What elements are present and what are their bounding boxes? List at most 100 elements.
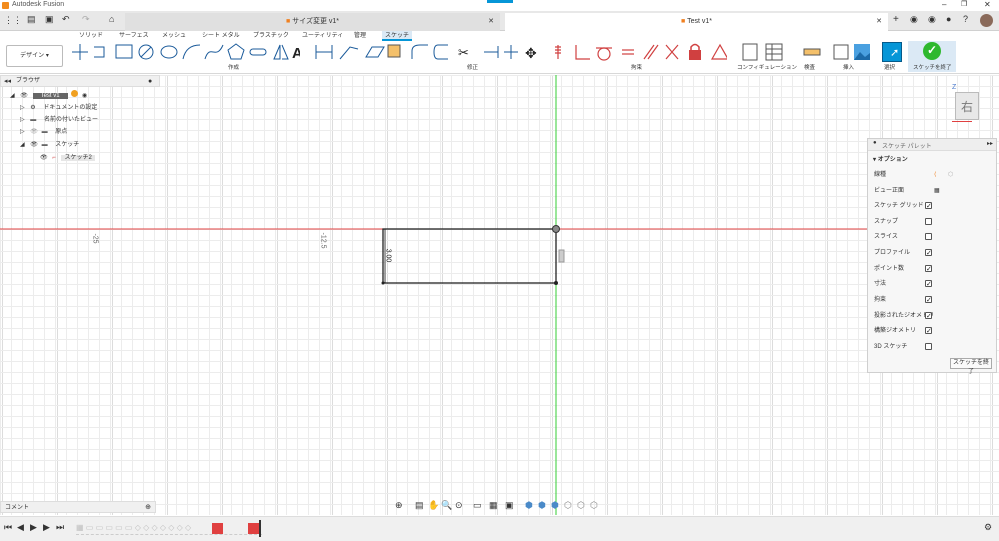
tab-solid[interactable]: ソリッド <box>79 31 103 41</box>
group-modify[interactable]: 修正 <box>467 63 478 71</box>
sketch-canvas[interactable]: -25 -12.5 3.00 Z 右 <box>0 75 999 515</box>
collapse-triangle-icon[interactable]: ◢ <box>20 142 25 148</box>
sketch-grid-checkbox[interactable] <box>925 201 932 213</box>
palette-finish-sketch-button[interactable]: スケッチを終了 <box>950 358 992 375</box>
look-at-nav-icon[interactable]: ▤ <box>415 500 424 511</box>
step-back-icon[interactable]: ◀ <box>17 522 24 533</box>
construction-linetype-icon[interactable]: ⟨ <box>934 169 936 181</box>
group-create[interactable]: 作成 <box>228 63 239 71</box>
timeline-feature-icon[interactable]: ▦ ▭ ▭ ▭ ▭ ▭ ◇ ◇ ◇ ◇ ◇ ◇ ◇ <box>76 523 191 532</box>
orbit-icon[interactable]: ⊕ <box>395 500 403 511</box>
viewports-icon[interactable]: ▣ <box>505 500 514 511</box>
tab-mesh[interactable]: メッシュ <box>162 31 186 41</box>
comments-add-icon[interactable]: ⊕ <box>145 502 151 514</box>
file-menu-icon[interactable]: ▤ <box>27 14 36 25</box>
zoom-icon[interactable]: 🔍 <box>441 500 452 511</box>
group-select[interactable]: 選択 <box>884 63 895 71</box>
browser-options-icon[interactable]: ● <box>148 76 152 87</box>
fit-icon[interactable]: ⊙ <box>455 500 463 511</box>
browser-item-origin[interactable]: ▷ 👁 ▬ 原点 <box>20 126 67 138</box>
group-configure[interactable]: コンフィギュレーション <box>737 63 797 71</box>
group-insert[interactable]: 挿入 <box>843 63 854 71</box>
close-tab-icon[interactable]: ✕ <box>488 13 494 31</box>
browser-item-doc-settings[interactable]: ▷ ⚙ ドキュメントの設定 <box>20 102 97 114</box>
look-at-icon[interactable]: ▦ <box>934 185 940 197</box>
cube-view-icon[interactable]: ⬢ <box>538 500 546 511</box>
cube-view-icon[interactable]: ⬡ <box>590 500 598 511</box>
points-checkbox[interactable] <box>925 264 932 276</box>
help-icon[interactable]: ? <box>963 14 968 24</box>
activate-radio-icon[interactable]: ◉ <box>82 93 87 99</box>
expand-triangle-icon[interactable]: ▷ <box>20 129 25 135</box>
go-to-end-icon[interactable]: ⏭ <box>56 522 64 533</box>
projected-geometry-checkbox[interactable] <box>925 311 932 323</box>
tab-plastic[interactable]: プラスチック <box>253 31 289 41</box>
tab-manage[interactable]: 管理 <box>354 31 366 41</box>
profile-checkbox[interactable] <box>925 248 932 260</box>
apps-grid-icon[interactable]: ⋮⋮ <box>4 15 22 26</box>
browser-item-named-views[interactable]: ▷ ▬ 名前の付いたビュー <box>20 114 98 126</box>
constraints-checkbox[interactable] <box>925 295 932 307</box>
tab-surface[interactable]: サーフェス <box>119 31 149 41</box>
palette-expand-icon[interactable]: ▸▸ <box>987 140 993 147</box>
group-finish[interactable]: スケッチを終了 <box>913 63 952 71</box>
timeline-sketch-icon[interactable] <box>212 523 223 534</box>
job-status-icon[interactable]: ◉ <box>928 14 936 25</box>
options-section-header[interactable]: ▾ オプション <box>873 154 908 163</box>
palette-pin-icon[interactable]: ● <box>873 140 877 146</box>
select-tool-button[interactable]: ➚ <box>882 42 902 62</box>
visibility-eye-icon[interactable]: 👁 <box>20 93 28 99</box>
expand-triangle-icon[interactable]: ▷ <box>20 117 25 123</box>
collapse-browser-icon[interactable]: ◂◂ <box>4 76 11 87</box>
minimize-button[interactable]: – <box>942 0 946 9</box>
grid-settings-icon[interactable]: ▦ <box>489 500 498 511</box>
doc-tab-test[interactable]: ■ Test v1* ✕ <box>505 13 888 31</box>
timeline-marker[interactable] <box>259 520 261 537</box>
close-window-button[interactable]: ✕ <box>984 0 991 9</box>
extensions-icon[interactable]: ◉ <box>910 14 918 25</box>
expand-triangle-icon[interactable]: ▷ <box>20 105 25 111</box>
workspace-dropdown[interactable]: デザイン ▾ <box>6 45 63 67</box>
browser-root[interactable]: ◢ 👁 Test v1 ◉ <box>10 90 87 102</box>
step-forward-icon[interactable]: ▶ <box>43 522 50 533</box>
close-tab-icon[interactable]: ✕ <box>876 13 882 31</box>
3d-sketch-checkbox[interactable] <box>925 343 932 350</box>
visibility-eye-icon[interactable]: 👁 <box>30 129 38 135</box>
centerline-linetype-icon[interactable]: ⬡ <box>948 169 953 181</box>
timeline-settings-gear-icon[interactable]: ⚙ <box>984 522 992 533</box>
group-constraints[interactable]: 拘束 <box>631 63 642 71</box>
save-icon[interactable]: ▣ <box>45 14 54 25</box>
group-inspect[interactable]: 検査 <box>804 63 815 71</box>
dimensions-checkbox[interactable] <box>925 279 932 291</box>
visibility-eye-icon[interactable]: 👁 <box>40 155 48 161</box>
cube-view-icon[interactable]: ⬡ <box>577 500 585 511</box>
slice-checkbox[interactable] <box>925 233 932 240</box>
pan-icon[interactable]: ✋ <box>428 500 439 511</box>
cube-view-icon[interactable]: ⬡ <box>564 500 572 511</box>
avatar[interactable] <box>980 14 993 27</box>
new-tab-button[interactable]: + <box>893 14 899 25</box>
cube-view-icon[interactable]: ⬢ <box>525 500 533 511</box>
cube-view-icon[interactable]: ⬢ <box>551 500 559 511</box>
collapse-triangle-icon[interactable]: ◢ <box>10 93 15 99</box>
notifications-icon[interactable]: ● <box>946 14 951 24</box>
visibility-eye-icon[interactable]: 👁 <box>30 142 38 148</box>
home-icon[interactable]: ⌂ <box>109 14 114 24</box>
tab-sketch[interactable]: スケッチ <box>382 31 412 41</box>
comments-panel[interactable]: コメント ⊕ <box>0 501 156 513</box>
redo-icon[interactable]: ↷ <box>82 14 90 25</box>
play-icon[interactable]: ▶ <box>30 522 37 533</box>
viewcube-face[interactable]: 右 <box>955 92 979 120</box>
browser-item-sketch2[interactable]: 👁 ⌐ スケッチ2 <box>40 152 95 164</box>
timeline-sketch-icon[interactable] <box>248 523 259 534</box>
construction-geometry-checkbox[interactable] <box>925 326 932 338</box>
doc-tab-resize[interactable]: ■ サイズ変更 v1* ✕ <box>125 13 500 31</box>
finish-sketch-button[interactable]: ✓ <box>923 42 941 60</box>
undo-icon[interactable]: ↶ <box>62 14 70 25</box>
browser-item-sketches[interactable]: ◢ 👁 ▬ スケッチ <box>20 139 79 151</box>
viewcube[interactable]: Z 右 <box>952 84 980 124</box>
dimension-text[interactable]: 3.00 <box>384 249 391 263</box>
timeline-track[interactable]: ▦ ▭ ▭ ▭ ▭ ▭ ◇ ◇ ◇ ◇ ◇ ◇ ◇ <box>76 520 262 537</box>
tab-sheet-metal[interactable]: シート メタル <box>202 31 240 41</box>
snap-checkbox[interactable] <box>925 218 932 225</box>
